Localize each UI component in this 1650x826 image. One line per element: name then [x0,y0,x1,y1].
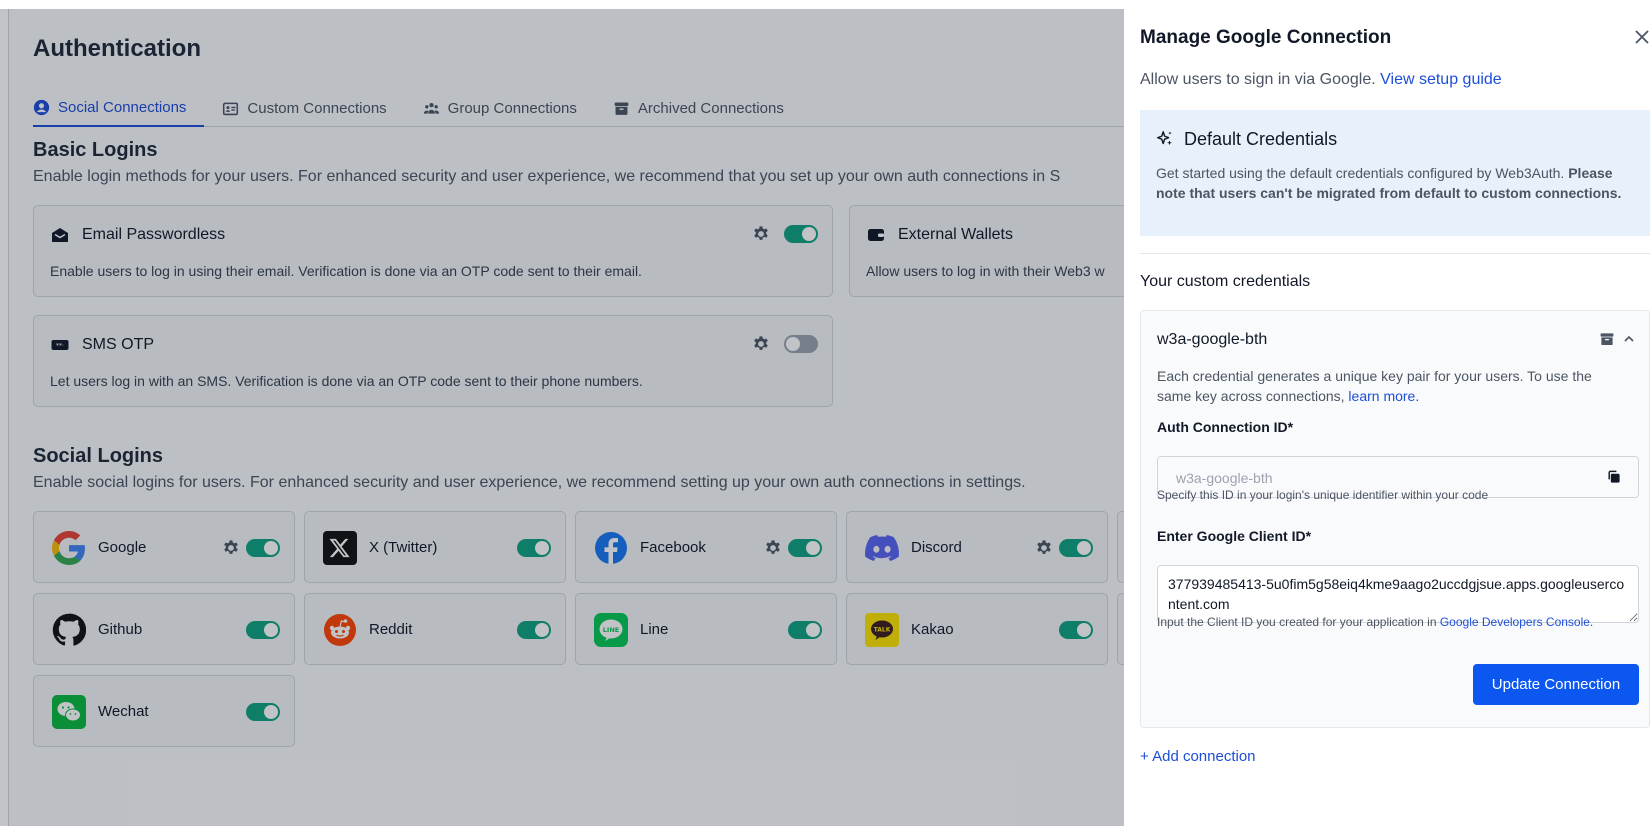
custom-credentials-heading: Your custom credentials [1140,273,1311,290]
sparkle-icon [1157,131,1172,146]
drawer-subtitle: Allow users to sign in via Google. View … [1140,71,1502,89]
google-client-id-label: Enter Google Client ID* [1157,528,1312,544]
google-developers-console-link[interactable]: Google Developers Console. [1440,615,1593,629]
auth-connection-id-hint: Specify this ID in your login's unique i… [1157,488,1489,502]
auth-connection-id-label: Auth Connection ID* [1157,419,1294,435]
chevron-up-icon[interactable] [1621,331,1637,347]
learn-more-link[interactable]: learn more. [1348,388,1419,404]
update-connection-button[interactable]: Update Connection [1473,664,1639,705]
credential-description: Each credential generates a unique key p… [1157,366,1627,406]
divider [1140,253,1650,254]
drawer-title: Manage Google Connection [1140,27,1392,48]
archive-icon[interactable] [1599,331,1615,347]
top-strip [0,0,1650,9]
credential-name: w3a-google-bth [1157,331,1268,348]
default-credentials-title: Default Credentials [1184,129,1338,149]
default-credentials-desc: Get started using the default credential… [1156,163,1626,203]
default-credentials-box: Default Credentials Get started using th… [1140,110,1650,236]
google-client-id-hint: Input the Client ID you created for your… [1157,615,1593,629]
close-icon[interactable] [1632,27,1650,47]
auth-connection-id-value: w3a-google-bth [1176,470,1273,486]
add-connection-link[interactable]: + Add connection [1140,748,1256,765]
view-setup-guide-link[interactable]: View setup guide [1380,71,1502,88]
google-client-id-hint-text: Input the Client ID you created for your… [1157,615,1437,629]
default-credentials-text: Get started using the default credential… [1156,165,1565,181]
manage-connection-drawer: Manage Google Connection Allow users to … [1124,9,1650,826]
copy-icon[interactable] [1606,469,1622,485]
credential-panel: w3a-google-bth Each credential generates… [1140,310,1650,728]
drawer-subtitle-text: Allow users to sign in via Google. [1140,71,1376,88]
